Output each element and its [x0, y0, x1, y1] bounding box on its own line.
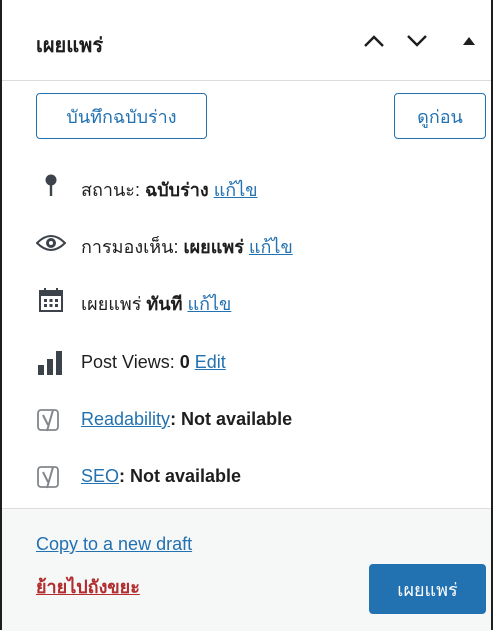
publish-button[interactable]: เผยแพร่: [369, 564, 486, 614]
seo-text: SEO: Not available: [81, 466, 241, 487]
yoast-icon: [36, 463, 66, 491]
status-label: สถานะ:: [81, 180, 140, 200]
edit-status-link[interactable]: แก้ไข: [214, 180, 258, 200]
seo-value: : Not available: [119, 466, 242, 486]
status-value: ฉบับร่าง: [144, 180, 209, 200]
post-views-value: 0: [179, 352, 190, 372]
seo-row: SEO: Not available: [2, 457, 491, 497]
visibility-row: การมองเห็น: เผยแพร่ แก้ไข: [2, 223, 491, 263]
copy-to-new-draft-link[interactable]: Copy to a new draft: [36, 534, 192, 555]
bar-chart-icon: [36, 349, 66, 377]
status-row: สถานะ: ฉบับร่าง แก้ไข: [2, 166, 491, 206]
pin-icon: [36, 172, 66, 200]
publish-panel: เผยแพร่ บันทึกฉบับร่าง ดูก่อน สถานะ: ฉบั…: [0, 0, 493, 631]
schedule-label: เผยแพร่: [81, 294, 142, 314]
post-views-row: Post Views: 0 Edit: [2, 343, 491, 383]
seo-link[interactable]: SEO: [81, 466, 119, 486]
readability-link[interactable]: Readability: [81, 409, 170, 429]
eye-icon: [36, 229, 66, 257]
visibility-text: การมองเห็น: เผยแพร่ แก้ไข: [81, 232, 293, 261]
edit-post-views-link[interactable]: Edit: [195, 352, 226, 372]
panel-header: เผยแพร่: [2, 0, 491, 81]
post-views-text: Post Views: 0 Edit: [81, 352, 226, 373]
move-down-button[interactable]: [402, 26, 432, 56]
top-actions: บันทึกฉบับร่าง ดูก่อน: [2, 80, 491, 166]
calendar-icon: [36, 286, 66, 314]
readability-value: : Not available: [170, 409, 293, 429]
schedule-row: เผยแพร่ ทันที แก้ไข: [2, 280, 491, 320]
save-draft-button[interactable]: บันทึกฉบับร่าง: [36, 93, 207, 139]
triangle-up-icon: [463, 37, 475, 45]
move-up-button[interactable]: [359, 26, 389, 56]
post-views-label: Post Views:: [81, 352, 175, 372]
edit-schedule-link[interactable]: แก้ไข: [187, 294, 231, 314]
yoast-icon: [36, 406, 66, 434]
preview-button[interactable]: ดูก่อน: [394, 93, 486, 139]
readability-row: Readability: Not available: [2, 400, 491, 440]
schedule-text: เผยแพร่ ทันที แก้ไข: [81, 289, 231, 318]
status-text: สถานะ: ฉบับร่าง แก้ไข: [81, 175, 258, 204]
edit-visibility-link[interactable]: แก้ไข: [249, 237, 293, 257]
chevron-down-icon: [407, 35, 427, 47]
readability-text: Readability: Not available: [81, 409, 292, 430]
visibility-label: การมองเห็น:: [81, 237, 179, 257]
major-publishing-actions: Copy to a new draft ย้ายไปถังขยะ เผยแพร่: [2, 508, 491, 631]
schedule-value: ทันที: [146, 294, 183, 314]
visibility-value: เผยแพร่: [183, 237, 244, 257]
chevron-up-icon: [364, 35, 384, 47]
panel-title: เผยแพร่: [36, 35, 104, 57]
move-to-trash-link[interactable]: ย้ายไปถังขยะ: [36, 572, 140, 601]
toggle-panel-button[interactable]: [454, 26, 484, 56]
